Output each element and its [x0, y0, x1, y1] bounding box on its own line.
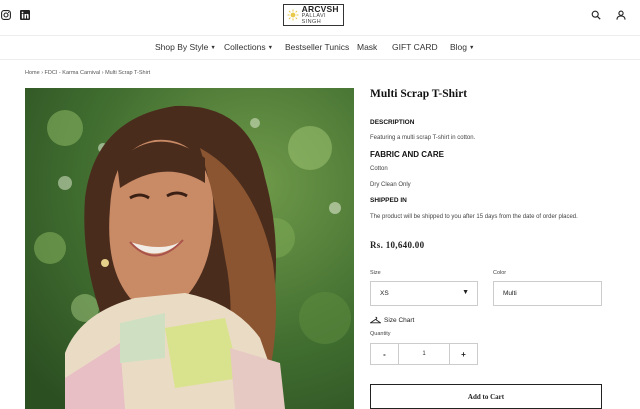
- nav-label: Shop By Style: [155, 42, 209, 52]
- fabric-heading: FABRIC AND CARE: [370, 150, 444, 159]
- user-icon[interactable]: [615, 9, 627, 21]
- main-nav: Shop By Style ▼ Collections ▼ Bestseller T…: [0, 35, 640, 60]
- nav-mask[interactable]: Mask: [357, 42, 377, 52]
- hanger-icon: [370, 316, 381, 324]
- shipping-text: The product will be shipped to you after…: [370, 214, 578, 220]
- site-header: ARCVSH PALLAVI SINGH: [0, 0, 640, 34]
- product-photo[interactable]: [25, 88, 354, 409]
- product-title: Multi Scrap T-Shirt: [370, 88, 468, 100]
- sun-logo-icon: [287, 8, 300, 22]
- breadcrumb[interactable]: Home › FDCI - Karma Carnival › Multi Scr…: [25, 70, 150, 76]
- nav-label: GIFT CARD: [392, 42, 438, 52]
- nav-blog[interactable]: Blog ▼: [450, 42, 474, 52]
- logo-line-1: ARCVSH: [301, 3, 339, 14]
- qty-input[interactable]: 1: [398, 344, 450, 364]
- nav-bestseller-tunics[interactable]: Bestseller Tunics: [285, 42, 349, 52]
- chevron-down-icon: ▼: [469, 45, 475, 51]
- shipping-heading: SHIPPED IN: [370, 197, 407, 204]
- nav-label: Collections: [224, 42, 266, 52]
- color-label: Color: [493, 270, 507, 276]
- nav-label: Blog: [450, 42, 468, 52]
- nav-collections[interactable]: Collections ▼: [224, 42, 273, 52]
- size-chart-link[interactable]: Size Chart: [370, 316, 414, 324]
- fabric-text: Cotton: [370, 166, 388, 172]
- chevron-down-icon: ▼: [267, 45, 274, 51]
- size-chart-label: Size Chart: [384, 316, 415, 324]
- quantity-stepper: - 1 +: [370, 343, 478, 365]
- qty-increase-button[interactable]: +: [450, 344, 477, 364]
- nav-label: Bestseller Tunics: [285, 42, 350, 52]
- instagram-icon[interactable]: [0, 9, 12, 21]
- nav-shop-by-style[interactable]: Shop By Style ▼: [155, 42, 216, 52]
- nav-label: Mask: [357, 42, 378, 52]
- logo-line-2: PALLAVI SINGH: [301, 13, 326, 25]
- color-field-value: Multi: [503, 290, 517, 297]
- chevron-down-icon: ▼: [210, 45, 216, 51]
- search-icon[interactable]: [590, 9, 602, 21]
- size-select-value: XS: [380, 290, 389, 297]
- logo-text: ARCVSH PALLAVI SINGH: [302, 5, 343, 26]
- care-text: Dry Clean Only: [370, 182, 411, 188]
- product-price: Rs. 10,640.00: [370, 240, 425, 250]
- nav-gift-card[interactable]: GIFT CARD: [392, 42, 438, 52]
- quantity-label: Quantity: [370, 331, 391, 337]
- brand-logo[interactable]: ARCVSH PALLAVI SINGH: [283, 4, 344, 26]
- linkedin-icon[interactable]: [19, 9, 31, 21]
- description-heading: DESCRIPTION: [370, 119, 415, 126]
- add-to-cart-button[interactable]: Add to Cart: [370, 384, 602, 409]
- description-text: Featuring a multi scrap T-shirt in cotto…: [370, 135, 476, 141]
- dropdown-arrow-icon: ▼: [462, 289, 469, 296]
- color-field[interactable]: Multi: [493, 281, 602, 306]
- qty-decrease-button[interactable]: -: [371, 344, 398, 364]
- size-label: Size: [370, 270, 381, 276]
- size-select[interactable]: XS ▼: [370, 281, 478, 306]
